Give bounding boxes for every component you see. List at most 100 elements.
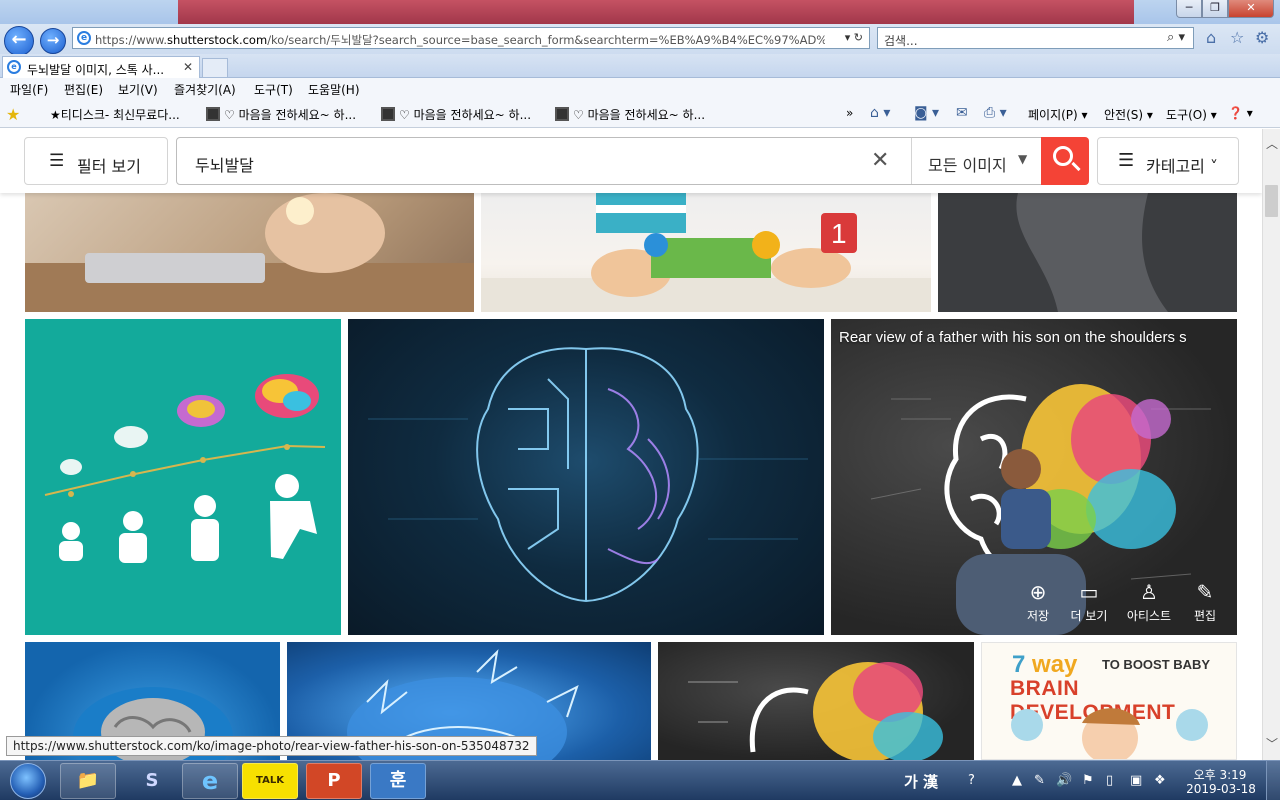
status-link-url: https://www.shutterstock.com/ko/image-ph… [6,736,537,756]
taskbar-powerpoint-icon[interactable]: P [306,763,362,799]
network-icon[interactable]: ▣ [1130,773,1142,788]
close-button[interactable]: ✕ [1228,0,1274,18]
artist-button[interactable]: ♙ 아티스트 [1119,581,1179,624]
fav-label: ♡ 마음을 전하세요~ 하... [224,108,357,122]
volume-icon[interactable]: 🔊 [1056,773,1072,788]
new-tab-button[interactable] [202,58,228,78]
scroll-down-icon[interactable]: ﹀ [1263,735,1280,752]
taskbar-hangul-icon[interactable]: 훈 [370,763,426,799]
minimize-button[interactable]: ─ [1176,0,1202,18]
forward-button[interactable]: → [40,28,66,54]
save-label: 저장 [1026,609,1050,623]
ime-language-indicator[interactable]: 가 漢 [904,771,938,792]
tab-close-icon[interactable]: ✕ [183,60,193,74]
show-desktop-button[interactable] [1266,761,1280,800]
tray-expand-icon[interactable]: ▲ [1012,773,1022,788]
menu-favorites[interactable]: 즐겨찾기(A) [174,81,236,98]
scroll-up-icon[interactable]: ︿ [1263,135,1280,152]
fav-label: ♡ 마음을 전하세요~ 하... [399,108,532,122]
list-icon: ☰ [1118,150,1135,171]
filter-button[interactable]: ☰ 필터 보기 [24,137,168,185]
tile-art: 1 [481,193,931,312]
filter-label: 필터 보기 [77,157,141,176]
windows-taskbar: 📁 S e TALK P 훈 가 漢 ? ▲ ✎ 🔊 ⚑ ▯ ▣ ❖ 오후 3:… [0,760,1280,800]
flag-icon[interactable]: ⚑ [1082,773,1094,788]
image-tile-child-growth[interactable] [25,319,341,635]
category-label: 카테고리 ˅ [1146,157,1218,176]
image-tile-brain-poster[interactable]: 7 way TO BOOST BABY BRAIN DEVELOPMENT [981,642,1237,760]
gear-icon[interactable]: ⚙ [1255,28,1269,47]
tab-favicon-icon: e [7,60,21,74]
feeds-icon[interactable]: ◙ ▾ [914,105,939,121]
person-icon: ♙ [1140,580,1158,604]
tile-art [44,374,326,563]
image-type-select[interactable]: 모든 이미지 ▼ [911,138,1041,184]
ime-help-icon[interactable]: ? [968,773,975,788]
page-scrollbar[interactable]: ︿ ﹀ [1262,129,1280,760]
favorites-star-icon[interactable]: ☆ [1230,28,1244,47]
image-tile-father-son-brain[interactable]: Rear view of a father with his son on th… [831,319,1237,635]
svg-text:1: 1 [831,218,847,249]
search-submit-button[interactable] [1041,137,1089,185]
image-tile-hand-laptop[interactable] [25,193,474,312]
menu-help[interactable]: 도움말(H) [308,81,360,98]
help-icon[interactable]: ❓ ▾ [1228,106,1253,120]
fav-item-heart-1[interactable]: ♡ 마음을 전하세요~ 하... [206,106,356,123]
menu-bar: 파일(F) 편집(E) 보기(V) 즐겨찾기(A) 도구(T) 도움말(H) [0,78,1280,100]
safety-menu[interactable]: 안전(S) ▾ [1104,106,1153,123]
fav-item-heart-3[interactable]: ♡ 마음을 전하세요~ 하... [555,106,705,123]
clear-search-icon[interactable]: ✕ [871,148,889,173]
browser-search-placeholder: 검색... [884,34,918,48]
favorites-overflow-icon[interactable]: » [846,106,853,120]
tab-active[interactable]: e 두뇌발달 이미지, 스톡 사... ✕ [2,56,200,78]
image-tile-baby-toys[interactable]: 1 [481,193,931,312]
taskbar-explorer-icon[interactable]: 📁 [60,763,116,799]
taskbar-kakaotalk-icon[interactable]: TALK [242,763,298,799]
fav-item-heart-2[interactable]: ♡ 마음을 전하세요~ 하... [381,106,531,123]
device-icon[interactable]: ▯ [1106,773,1113,788]
clock-date[interactable]: 2019-03-18 [1184,782,1258,796]
category-button[interactable]: ☰ 카테고리 ˅ [1097,137,1239,185]
start-button[interactable] [2,761,52,800]
address-url[interactable]: https://www.shutterstock.com/ko/search/두… [95,32,825,48]
url-domain: shutterstock.com [167,33,268,47]
clock-time[interactable]: 오후 3:19 [1190,766,1250,783]
menu-edit[interactable]: 편집(E) [64,81,103,98]
taskbar-ie-icon[interactable]: e [182,763,238,799]
shutterstock-search-header: ☰ 필터 보기 두뇌발달 ✕ 모든 이미지 ▼ ☰ 카테고리 ˅ [0,129,1262,193]
taskbar-s-app-icon[interactable]: S [124,763,180,799]
home-command-icon[interactable]: ⌂ ▾ [870,105,890,121]
menu-file[interactable]: 파일(F) [10,81,48,98]
magnifier-handle [1071,161,1081,172]
tray-edit-icon[interactable]: ✎ [1034,773,1045,788]
image-tile-colorful-brain[interactable] [658,642,974,760]
favorites-add-icon[interactable]: ★ [6,105,20,124]
back-button[interactable]: ← [4,26,34,56]
refresh-icon[interactable]: ▾ ↻ [845,31,863,44]
image-tile-digital-brain[interactable] [348,319,824,635]
browser-search-box[interactable]: 검색... ⌕ ▾ [877,27,1194,49]
more-like-button[interactable]: ▭ 더 보기 [1059,581,1119,624]
scroll-thumb[interactable] [1265,185,1278,217]
fav-item-tdisk[interactable]: ★티디스크- 최신무료다... [50,106,180,123]
mail-icon[interactable]: ✉ [956,105,968,121]
windows-logo-icon [10,763,46,799]
fav-label: ♡ 마음을 전하세요~ 하... [573,108,706,122]
image-tile-silhouette[interactable] [938,193,1237,312]
menu-view[interactable]: 보기(V) [118,81,158,98]
search-icon[interactable]: ⌕ ▾ [1167,30,1185,45]
search-input[interactable]: 두뇌발달 ✕ 모든 이미지 ▼ [176,137,1042,185]
maximize-button[interactable]: ❐ [1202,0,1228,18]
print-icon[interactable]: ⎙ ▾ [984,105,1007,121]
ie-page-icon: e [77,31,91,45]
menu-tools[interactable]: 도구(T) [254,81,293,98]
edit-button[interactable]: ✎ 편집 [1175,581,1235,624]
artist-label: 아티스트 [1126,609,1172,623]
more-like-label: 더 보기 [1070,609,1108,623]
page-menu[interactable]: 페이지(P) ▾ [1028,106,1088,123]
tools-menu[interactable]: 도구(O) ▾ [1166,106,1217,123]
home-icon[interactable]: ⌂ [1206,28,1216,47]
address-bar[interactable]: e https://www.shutterstock.com/ko/search… [72,27,870,49]
dropbox-icon[interactable]: ❖ [1154,773,1166,788]
tile-art [25,193,474,312]
